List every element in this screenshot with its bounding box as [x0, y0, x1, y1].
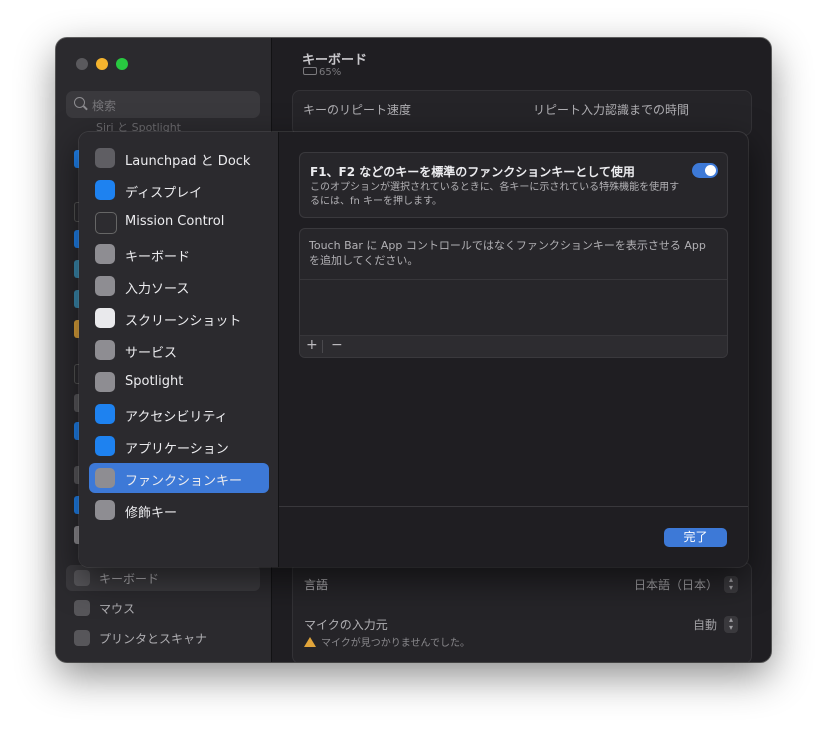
modifier-keys-icon	[95, 500, 115, 520]
accessibility-icon	[95, 404, 115, 424]
touchbar-apps-list[interactable]	[300, 279, 727, 336]
mic-popup-arrows[interactable]: ▴ ▾	[724, 616, 738, 633]
sheet-item-spotlight[interactable]: Spotlight	[89, 367, 269, 397]
page-title: キーボード	[302, 53, 368, 68]
zoom-window-button[interactable]	[116, 58, 128, 70]
language-label: 言語	[304, 578, 329, 592]
mic-value[interactable]: 自動	[693, 616, 717, 633]
keyboard-icon	[95, 244, 115, 264]
mission-control-icon	[95, 212, 117, 234]
sidebar-item-mouse[interactable]: マウス	[66, 595, 260, 621]
sheet-item-launchpad-dock[interactable]: Launchpad と Dock	[89, 143, 269, 173]
services-icon	[95, 340, 115, 360]
screenshot-icon	[95, 308, 115, 328]
fn-keys-option-title: F1、F2 などのキーを標準のファンクションキーとして使用	[310, 165, 635, 179]
key-repeat-label: キーのリピート速度	[303, 103, 412, 117]
battery-icon	[303, 67, 317, 75]
display-icon	[95, 180, 115, 200]
launchpad-icon	[95, 148, 115, 168]
fn-icon	[95, 468, 115, 488]
divider	[322, 340, 323, 353]
mouse-icon	[74, 600, 90, 616]
input-settings-card: 言語 日本語（日本） ▴ ▾ マイクの入力元 自動 ▴ ▾ マイクが見つかりませんで…	[292, 562, 752, 662]
sheet-item-function-keys[interactable]: ファンクションキー	[89, 463, 269, 493]
close-window-button[interactable]	[76, 58, 88, 70]
sheet-item-input-sources[interactable]: 入力ソース	[89, 271, 269, 301]
sheet-item-applications[interactable]: アプリケーション	[89, 431, 269, 461]
sheet-item-keyboard[interactable]: キーボード	[89, 239, 269, 269]
minimize-window-button[interactable]	[96, 58, 108, 70]
sheet-item-screenshots[interactable]: スクリーンショット	[89, 303, 269, 333]
input-source-icon	[95, 276, 115, 296]
fn-keys-toggle[interactable]	[692, 163, 718, 178]
key-repeat-card: キーのリピート速度 リピート入力認識までの時間	[292, 90, 752, 136]
sheet-sidebar: Launchpad と Dock ディスプレイ Mission Control …	[79, 132, 279, 567]
sidebar-item-label: マウス	[99, 602, 136, 616]
keyboard-icon	[74, 570, 90, 586]
fn-keys-option-card: F1、F2 などのキーを標準のファンクションキーとして使用 このオプションが選択…	[299, 152, 728, 218]
touchbar-apps-card: Touch Bar に App コントロールではなくファンクションキーを表示させ…	[299, 228, 728, 358]
function-keys-sheet: Launchpad と Dock ディスプレイ Mission Control …	[79, 132, 748, 567]
mic-label: マイクの入力元	[304, 618, 388, 632]
touchbar-apps-description: Touch Bar に App コントロールではなくファンクションキーを表示させ…	[309, 239, 706, 267]
battery-status: 65%	[303, 67, 341, 78]
search-icon	[74, 97, 85, 108]
warning-icon	[304, 637, 316, 647]
toggle-knob	[705, 165, 716, 176]
remove-app-button[interactable]: −	[331, 337, 343, 353]
language-value[interactable]: 日本語（日本）	[634, 576, 718, 593]
sidebar-item-label: プリンタとスキャナ	[99, 632, 208, 646]
fn-keys-option-description: このオプションが選択されているときに、各キーに示されている特殊機能を使用するには…	[310, 182, 680, 207]
spotlight-icon	[95, 372, 115, 392]
search-placeholder: 検索	[92, 99, 117, 113]
sheet-footer-divider	[279, 506, 748, 507]
done-button[interactable]: 完了	[664, 528, 727, 547]
sidebar-item-printers[interactable]: プリンタとスキャナ	[66, 625, 260, 651]
sheet-item-mission-control[interactable]: Mission Control	[89, 207, 269, 237]
search-input[interactable]: 検索	[66, 91, 260, 118]
add-app-button[interactable]: +	[306, 337, 318, 353]
sheet-item-services[interactable]: サービス	[89, 335, 269, 365]
sheet-item-accessibility[interactable]: アクセシビリティ	[89, 399, 269, 429]
sheet-item-modifier-keys[interactable]: 修飾キー	[89, 495, 269, 525]
sidebar-item-label: キーボード	[99, 572, 160, 586]
sidebar-item-keyboard[interactable]: キーボード	[66, 565, 260, 591]
list-controls: + −	[300, 335, 727, 357]
sheet-item-display[interactable]: ディスプレイ	[89, 175, 269, 205]
printer-icon	[74, 630, 90, 646]
repeat-delay-label: リピート入力認識までの時間	[533, 103, 690, 117]
language-popup-arrows[interactable]: ▴ ▾	[724, 576, 738, 593]
window-controls	[76, 58, 128, 70]
sheet-content: F1、F2 などのキーを標準のファンクションキーとして使用 このオプションが選択…	[279, 132, 748, 567]
app-store-icon	[95, 436, 115, 456]
mic-warning: マイクが見つかりませんでした。	[304, 634, 470, 649]
